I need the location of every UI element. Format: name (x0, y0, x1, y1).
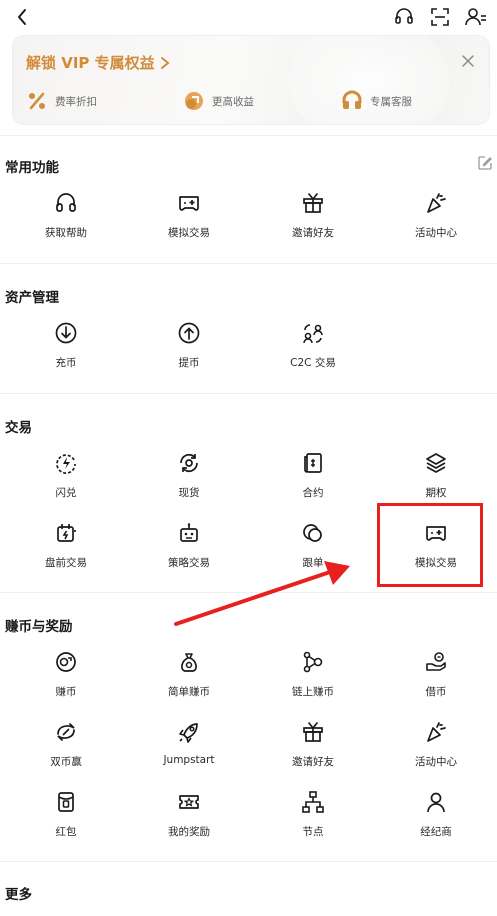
node-icon (300, 789, 326, 815)
withdraw-icon (176, 320, 202, 346)
perk-fee-discount: 费率折扣 (26, 90, 97, 112)
ticket-icon (176, 789, 202, 815)
grid-item-withdraw[interactable]: 提币 (127, 318, 251, 378)
divider (0, 263, 497, 264)
headset-icon (341, 90, 363, 112)
grid-item-copy-trading[interactable]: 跟单 (251, 518, 375, 578)
grid-item-loan[interactable]: 借币 (374, 647, 497, 707)
earn-coin-icon (53, 649, 79, 675)
grid-item-red-packet[interactable]: 红包 (4, 787, 128, 847)
customer-service-icon[interactable] (391, 5, 417, 29)
grid-item-spot[interactable]: 现货 (127, 448, 251, 508)
grid-item-strategy-trading[interactable]: 策略交易 (127, 518, 251, 578)
grid-item-broker[interactable]: 经纪商 (374, 787, 497, 847)
spot-icon (176, 450, 202, 476)
grid-item-options[interactable]: 期权 (374, 448, 497, 508)
grid-item-c2c-trade[interactable]: C2C 交易 (251, 318, 375, 378)
grid-item-invite-friends[interactable]: 邀请好友 (251, 188, 375, 248)
section-title-common: 常用功能 (5, 160, 59, 176)
loan-icon (423, 649, 449, 675)
perk-exclusive-service: 专属客服 (341, 90, 412, 112)
yield-icon (183, 90, 205, 112)
scan-icon[interactable] (427, 5, 453, 29)
grid-item-flash-swap[interactable]: 闪兑 (4, 448, 128, 508)
contract-icon (300, 450, 326, 476)
options-layers-icon (423, 450, 449, 476)
section-title-earn: 赚币与奖励 (5, 619, 73, 635)
vip-banner[interactable]: 解锁 VIP 专属权益 费率折扣 更高收益 专属客服 (12, 35, 490, 125)
highlight-box (377, 503, 483, 587)
section-title-more: 更多 (5, 887, 32, 903)
headphones-icon (53, 190, 79, 216)
account-settings-icon[interactable] (463, 5, 489, 29)
grid-item-invite-friends-2[interactable]: 邀请好友 (251, 717, 375, 777)
red-packet-icon (53, 789, 79, 815)
grid-item-my-rewards[interactable]: 我的奖励 (127, 787, 251, 847)
chevron-right-icon (160, 56, 170, 69)
gift-icon (300, 719, 326, 745)
rocket-icon (176, 719, 202, 745)
onchain-icon (300, 649, 326, 675)
divider (0, 393, 497, 394)
grid-item-events-center[interactable]: 活动中心 (374, 188, 497, 248)
money-bag-icon (176, 649, 202, 675)
grid-item-earn[interactable]: 赚币 (4, 647, 128, 707)
grid-item-dual-investment[interactable]: 双币赢 (4, 717, 128, 777)
grid-item-simple-earn[interactable]: 简单赚币 (127, 647, 251, 707)
deposit-icon (53, 320, 79, 346)
flash-swap-icon (53, 450, 79, 476)
vip-title[interactable]: 解锁 VIP 专属权益 (26, 52, 171, 73)
grid-item-contract[interactable]: 合约 (251, 448, 375, 508)
percent-icon (26, 90, 48, 112)
section-title-trade: 交易 (5, 420, 32, 436)
party-popper-icon (423, 190, 449, 216)
grid-item-events-center-2[interactable]: 活动中心 (374, 717, 497, 777)
edit-icon[interactable] (477, 155, 493, 171)
grid-item-deposit[interactable]: 充币 (4, 318, 128, 378)
c2c-icon (300, 320, 326, 346)
perk-higher-yield: 更高收益 (183, 90, 254, 112)
grid-item-onchain-earn[interactable]: 链上赚币 (251, 647, 375, 707)
gift-icon (300, 190, 326, 216)
grid-item-jumpstart[interactable]: Jumpstart (127, 717, 251, 777)
close-icon[interactable] (459, 52, 477, 70)
divider (0, 135, 497, 136)
grid-item-get-help[interactable]: 获取帮助 (4, 188, 128, 248)
party-popper-icon (423, 719, 449, 745)
robot-icon (176, 520, 202, 546)
dual-coin-icon (53, 719, 79, 745)
back-icon[interactable] (12, 6, 34, 28)
pre-market-icon (53, 520, 79, 546)
demo-trade-icon (176, 190, 202, 216)
divider (0, 592, 497, 593)
grid-item-pre-market[interactable]: 盘前交易 (4, 518, 128, 578)
copy-trade-icon (300, 520, 326, 546)
grid-item-demo-trading[interactable]: 模拟交易 (127, 188, 251, 248)
person-icon (423, 789, 449, 815)
grid-item-node[interactable]: 节点 (251, 787, 375, 847)
section-title-assets: 资产管理 (5, 290, 59, 306)
divider (0, 861, 497, 862)
top-bar (0, 0, 497, 34)
